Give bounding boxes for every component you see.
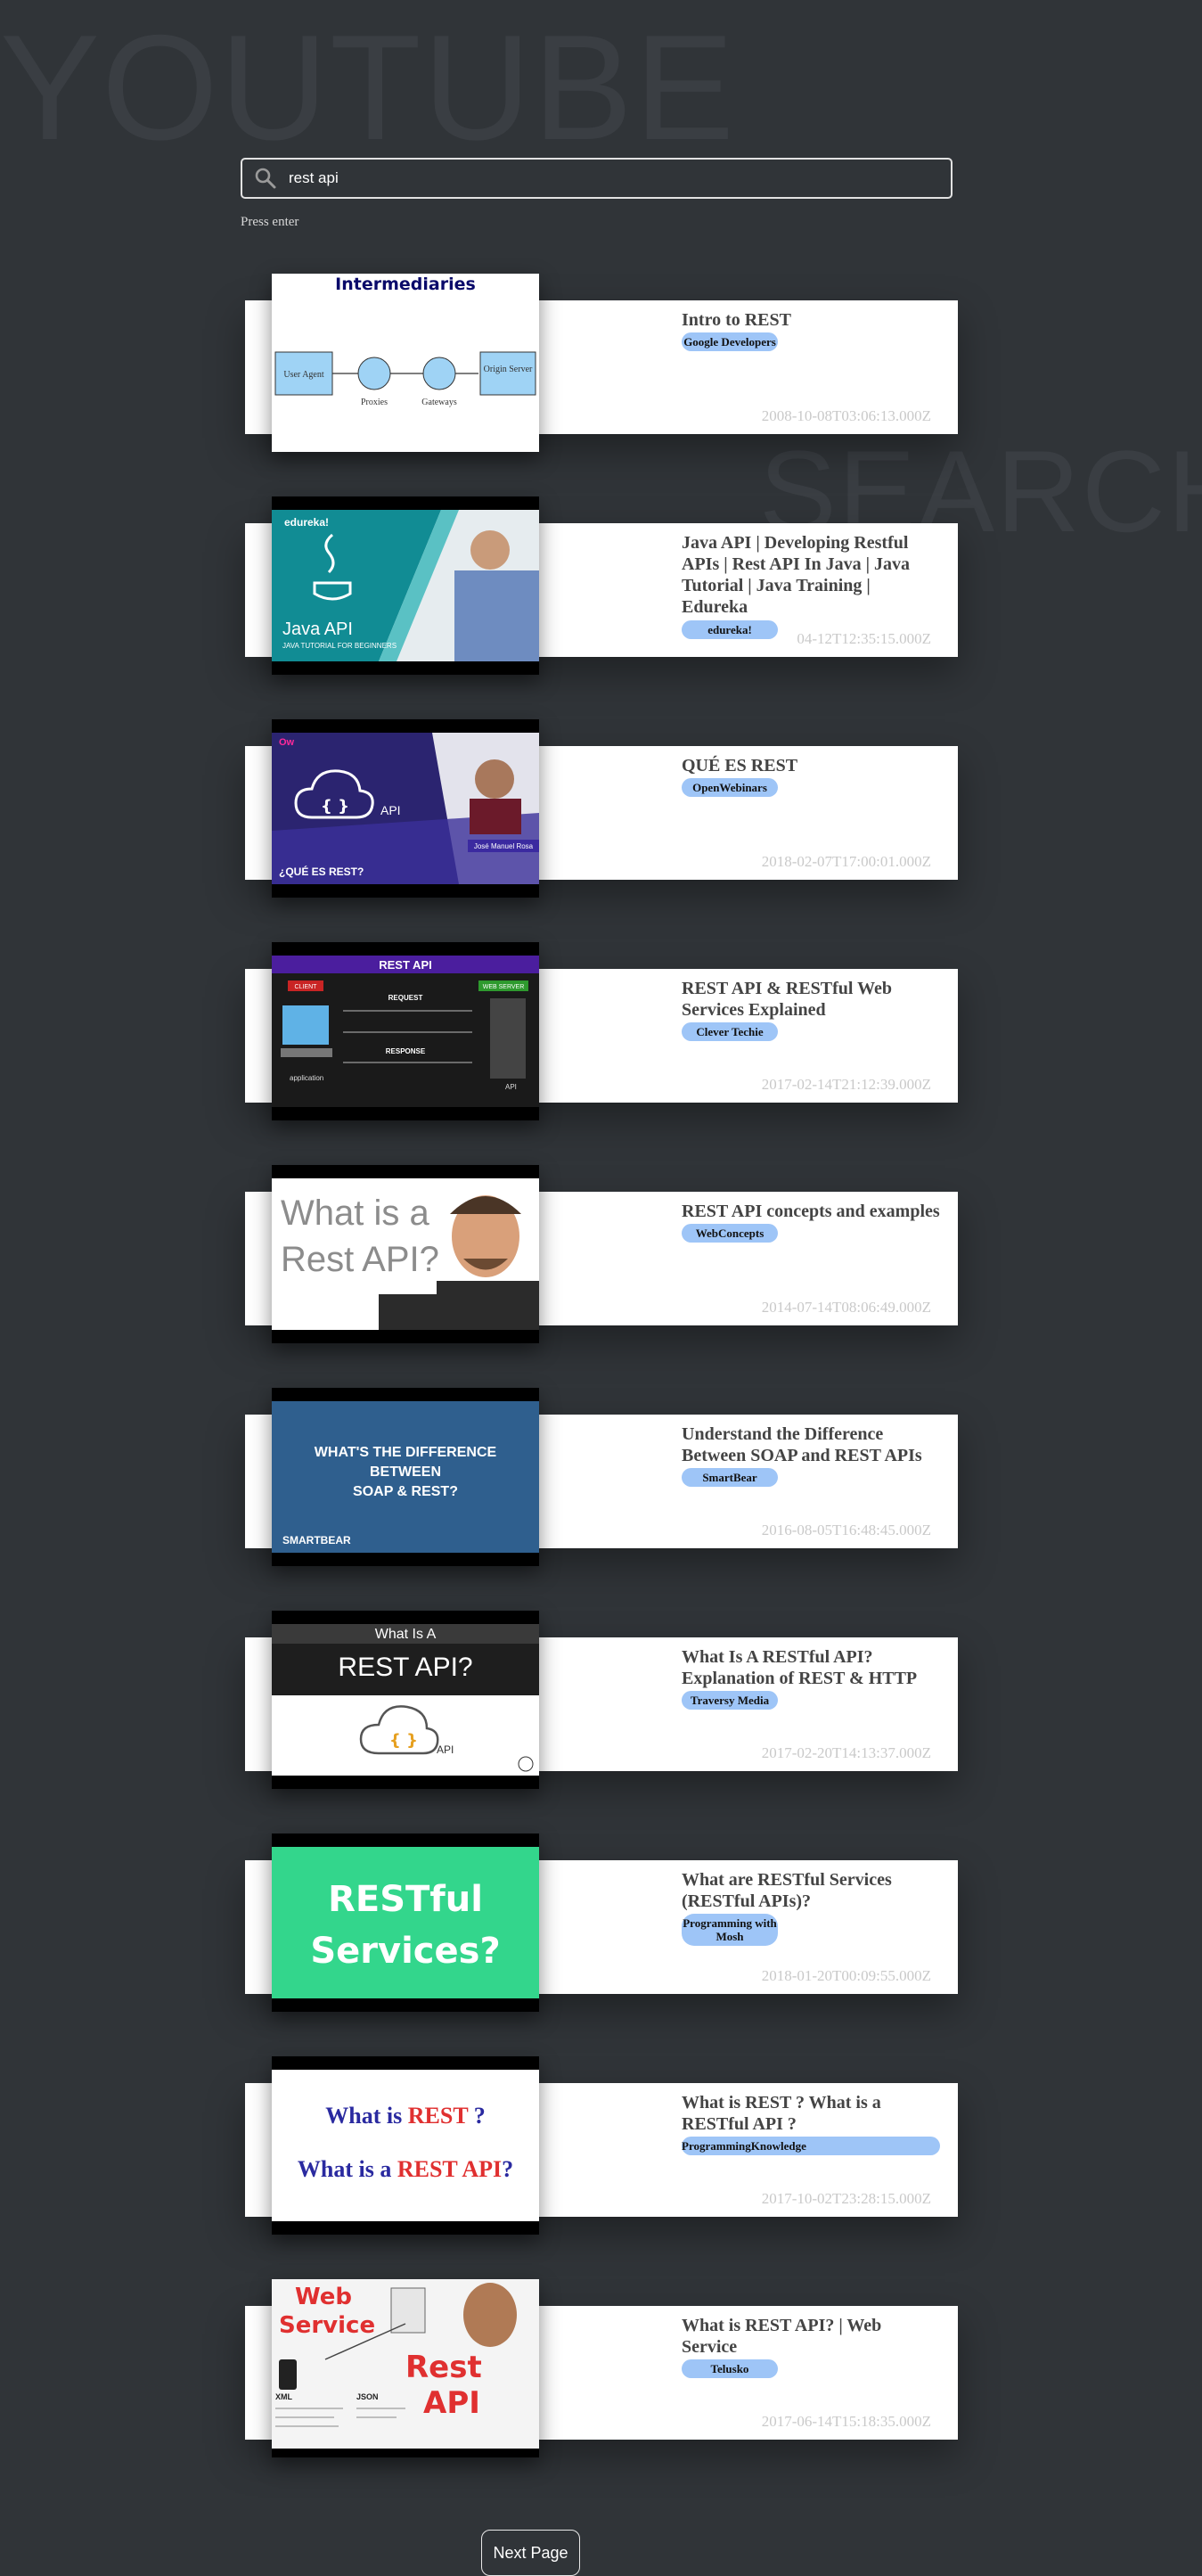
video-thumbnail[interactable]: Web Service Rest API XML JSON xyxy=(272,2279,539,2457)
svg-text:What Is A: What Is A xyxy=(375,1627,437,1642)
svg-text:REQUEST: REQUEST xyxy=(388,994,423,1002)
search-bar[interactable] xyxy=(241,158,953,199)
search-hint: Press enter xyxy=(241,215,299,229)
publish-date: 2018-01-20T00:09:55.000Z xyxy=(761,1967,931,1984)
svg-text:What is a REST API?: What is a REST API? xyxy=(298,2156,513,2182)
publish-date: 2008-10-08T03:06:13.000Z xyxy=(761,407,931,424)
svg-text:User Agent: User Agent xyxy=(283,370,323,380)
result-card[interactable]: WHAT'S THE DIFFERENCE BETWEEN SOAP & RES… xyxy=(245,1388,958,1566)
svg-text:API: API xyxy=(505,1083,517,1091)
svg-text:What is REST ?: What is REST ? xyxy=(325,2103,485,2129)
result-card[interactable]: Ow { } API José Manuel Rosa ¿QUÉ ES REST… xyxy=(245,719,958,898)
video-title[interactable]: QUÉ ES REST OpenWebinars xyxy=(682,755,940,797)
svg-text:Rest API?: Rest API? xyxy=(281,1240,439,1279)
background-title-youtube: YOUTUBE xyxy=(0,4,737,171)
channel-badge[interactable]: SmartBear xyxy=(682,1468,778,1487)
svg-text:JSON: JSON xyxy=(356,2392,379,2401)
svg-text:API: API xyxy=(437,1743,454,1756)
svg-text:REST API: REST API xyxy=(379,958,431,972)
result-card[interactable]: What is REST ? What is a REST API? What … xyxy=(245,2056,958,2235)
svg-text:REST API?: REST API? xyxy=(338,1653,472,1682)
svg-text:edureka!: edureka! xyxy=(284,516,329,529)
svg-text:José Manuel Rosa: José Manuel Rosa xyxy=(474,842,534,850)
publish-date: 04-12T12:35:15.000Z xyxy=(797,630,931,647)
video-title[interactable]: Intro to REST Google Developers xyxy=(682,309,940,351)
video-thumbnail[interactable]: What is a Rest API? xyxy=(272,1165,539,1343)
publish-date: 2017-06-14T15:18:35.000Z xyxy=(761,2413,931,2430)
video-thumbnail[interactable]: RESTful Services? xyxy=(272,1834,539,2012)
svg-text:API: API xyxy=(423,2385,480,2421)
svg-text:RESPONSE: RESPONSE xyxy=(386,1047,426,1055)
svg-text:Origin Server: Origin Server xyxy=(484,365,533,374)
channel-badge[interactable]: Traversy Media xyxy=(682,1691,778,1710)
svg-text:Ow: Ow xyxy=(279,737,295,748)
result-card[interactable]: Intermediaries User Agent Proxies Gatewa… xyxy=(245,274,958,452)
svg-text:WHAT'S THE DIFFERENCE: WHAT'S THE DIFFERENCE xyxy=(315,1445,497,1460)
channel-badge[interactable]: WebConcepts xyxy=(682,1224,778,1243)
video-title[interactable]: Understand the Difference Between SOAP a… xyxy=(682,1423,940,1487)
result-card[interactable]: REST API CLIENT WEB SERVER REQUEST RESPO… xyxy=(245,942,958,1120)
svg-text:SMARTBEAR: SMARTBEAR xyxy=(282,1534,351,1546)
publish-date: 2017-02-14T21:12:39.000Z xyxy=(761,1076,931,1093)
svg-text:Rest: Rest xyxy=(405,2350,482,2385)
svg-text:Web: Web xyxy=(295,2284,352,2310)
channel-badge[interactable]: Clever Techie xyxy=(682,1022,778,1041)
result-card[interactable]: Web Service Rest API XML JSON What is RE… xyxy=(245,2279,958,2457)
svg-text:¿QUÉ ES REST?: ¿QUÉ ES REST? xyxy=(279,865,364,878)
search-input[interactable] xyxy=(283,160,951,197)
publish-date: 2018-02-07T17:00:01.000Z xyxy=(761,853,931,870)
svg-text:XML: XML xyxy=(275,2392,293,2401)
svg-text:WEB SERVER: WEB SERVER xyxy=(483,984,525,990)
svg-text:{ }: { } xyxy=(321,797,349,816)
svg-text:Proxies: Proxies xyxy=(361,398,388,407)
publish-date: 2017-02-20T14:13:37.000Z xyxy=(761,1744,931,1761)
svg-text:Gateways: Gateways xyxy=(421,398,457,407)
channel-badge[interactable]: Telusko xyxy=(682,2359,778,2378)
result-card[interactable]: What is a Rest API? REST API concepts an… xyxy=(245,1165,958,1343)
result-card[interactable]: What Is A REST API? { } API What Is A RE… xyxy=(245,1611,958,1789)
svg-text:application: application xyxy=(290,1074,323,1082)
publish-date: 2016-08-05T16:48:45.000Z xyxy=(761,1522,931,1538)
channel-badge[interactable]: edureka! xyxy=(682,620,778,639)
svg-text:JAVA TUTORIAL FOR BEGINNERS: JAVA TUTORIAL FOR BEGINNERS xyxy=(282,642,397,650)
svg-text:Java API: Java API xyxy=(282,619,353,639)
svg-text:Services?: Services? xyxy=(310,1931,500,1972)
channel-badge[interactable]: OpenWebinars xyxy=(682,778,778,797)
video-title[interactable]: REST API & RESTful Web Services Explaine… xyxy=(682,978,940,1041)
video-thumbnail[interactable]: What is REST ? What is a REST API? xyxy=(272,2056,539,2235)
video-title[interactable]: What is REST API? | Web Service Telusko xyxy=(682,2315,940,2378)
svg-text:CLIENT: CLIENT xyxy=(295,984,318,990)
channel-badge[interactable]: Programming with Mosh xyxy=(682,1914,778,1946)
channel-badge[interactable]: ProgrammingKnowledge xyxy=(682,2137,940,2155)
video-title[interactable]: Java API | Developing Restful APIs | Res… xyxy=(682,532,940,618)
publish-date: 2017-10-02T23:28:15.000Z xyxy=(761,2190,931,2207)
next-page-button[interactable]: Next Page xyxy=(481,2530,580,2576)
search-icon xyxy=(248,160,283,196)
publish-date: 2014-07-14T08:06:49.000Z xyxy=(761,1299,931,1316)
result-card[interactable]: RESTful Services? What are RESTful Servi… xyxy=(245,1834,958,2012)
thumb-heading: Intermediaries xyxy=(335,275,476,294)
video-thumbnail[interactable]: What Is A REST API? { } API xyxy=(272,1611,539,1789)
video-thumbnail[interactable]: Intermediaries User Agent Proxies Gatewa… xyxy=(272,274,539,452)
video-title[interactable]: REST API concepts and examples WebConcep… xyxy=(682,1201,940,1243)
svg-text:{ }: { } xyxy=(389,1731,418,1750)
channel-badge[interactable]: Google Developers xyxy=(682,332,778,351)
svg-text:Service: Service xyxy=(279,2312,375,2339)
video-thumbnail[interactable]: edureka! Java API JAVA TUTORIAL FOR BEGI… xyxy=(272,496,539,675)
video-thumbnail[interactable]: Ow { } API José Manuel Rosa ¿QUÉ ES REST… xyxy=(272,719,539,898)
video-title[interactable]: What is REST ? What is a RESTful API ? P… xyxy=(682,2092,940,2155)
video-thumbnail[interactable]: REST API CLIENT WEB SERVER REQUEST RESPO… xyxy=(272,942,539,1120)
result-card[interactable]: edureka! Java API JAVA TUTORIAL FOR BEGI… xyxy=(245,496,958,675)
svg-text:What is a: What is a xyxy=(281,1194,429,1233)
video-thumbnail[interactable]: WHAT'S THE DIFFERENCE BETWEEN SOAP & RES… xyxy=(272,1388,539,1566)
svg-text:RESTful: RESTful xyxy=(328,1879,483,1920)
svg-text:SOAP & REST?: SOAP & REST? xyxy=(353,1484,458,1499)
svg-text:BETWEEN: BETWEEN xyxy=(370,1464,441,1480)
video-title[interactable]: What are RESTful Services (RESTful APIs)… xyxy=(682,1869,940,1946)
video-title[interactable]: What Is A RESTful API? Explanation of RE… xyxy=(682,1646,940,1710)
svg-text:API: API xyxy=(380,803,401,817)
